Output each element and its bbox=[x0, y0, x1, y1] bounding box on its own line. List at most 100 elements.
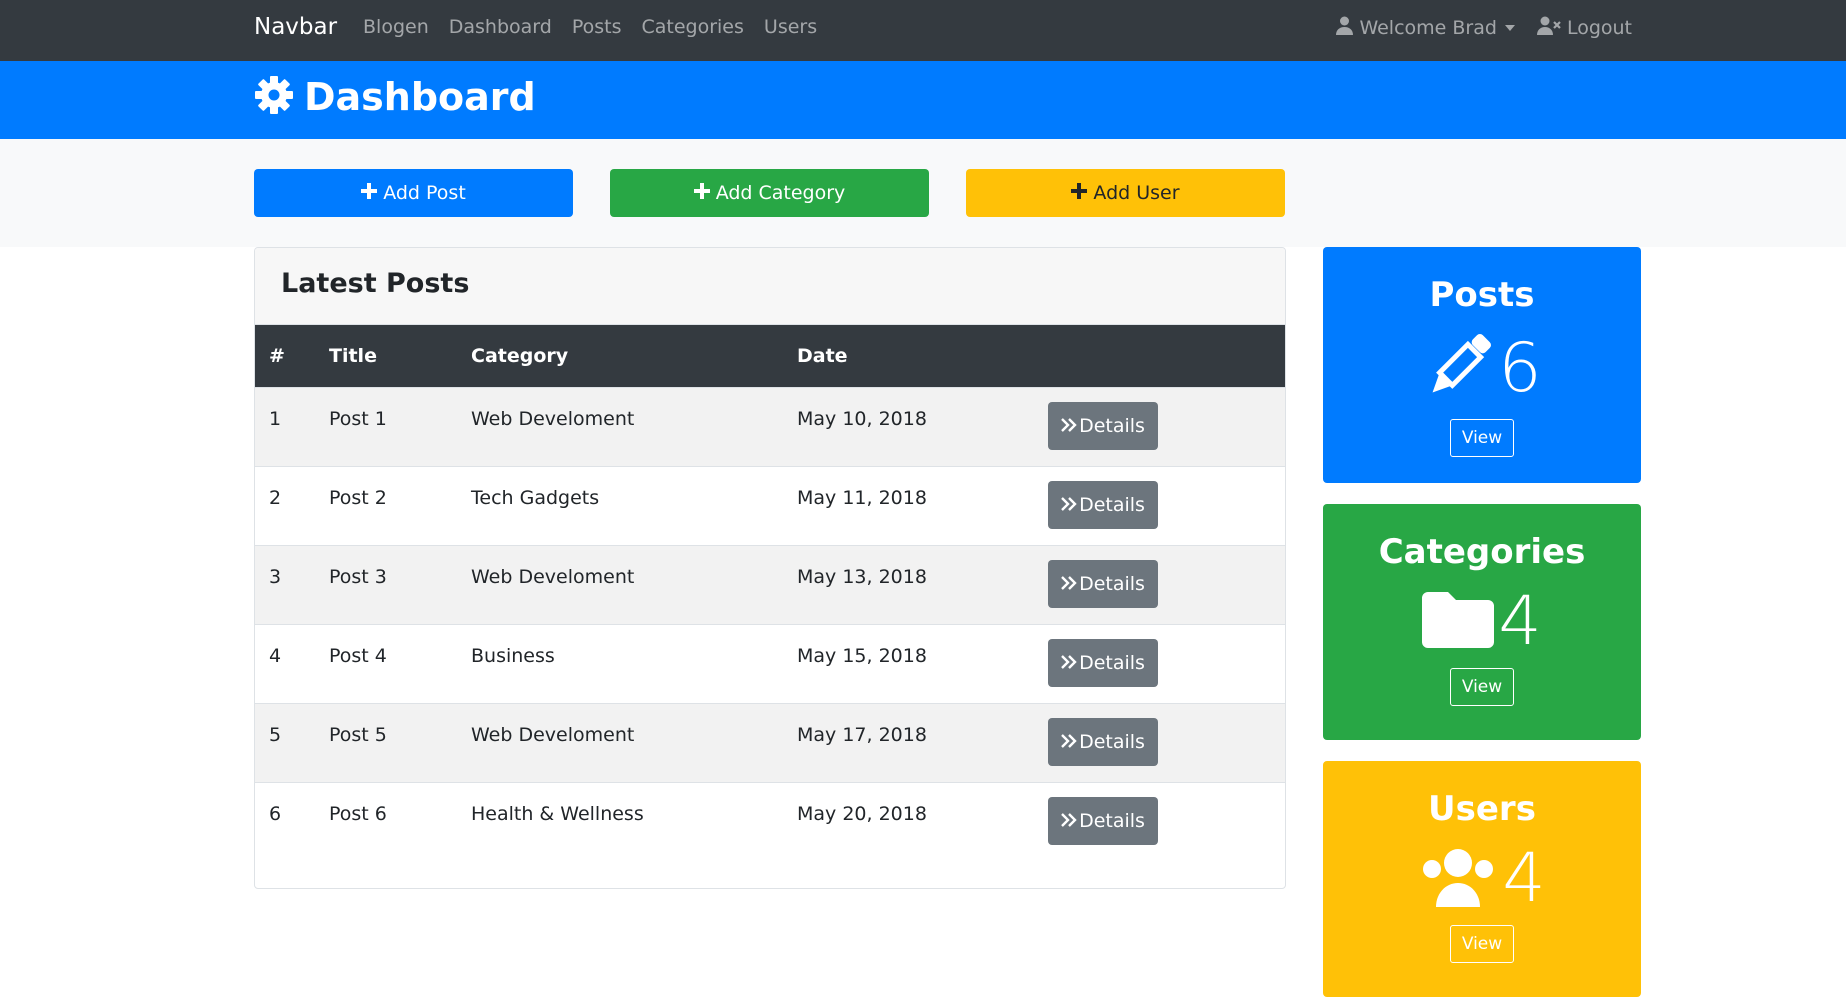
column-header-title: Title bbox=[315, 325, 457, 388]
nav-right: Welcome Brad Logout bbox=[1336, 16, 1632, 40]
angle-double-right-icon bbox=[1061, 652, 1077, 674]
details-button[interactable]: Details bbox=[1048, 718, 1158, 766]
nav-link-blogen[interactable]: Blogen bbox=[363, 16, 429, 38]
details-label: Details bbox=[1079, 652, 1145, 674]
posts-stat-title: Posts bbox=[1429, 275, 1535, 315]
plus-icon bbox=[361, 182, 378, 204]
post-title: Post 3 bbox=[315, 545, 457, 625]
details-button[interactable]: Details bbox=[1048, 797, 1158, 845]
details-label: Details bbox=[1079, 810, 1145, 832]
details-button[interactable]: Details bbox=[1048, 481, 1158, 529]
posts-stat-card: Posts 6 View bbox=[1323, 247, 1641, 483]
angle-double-right-icon bbox=[1061, 731, 1077, 753]
table-row: 4 Post 4 Business May 15, 2018 Details bbox=[255, 624, 1285, 704]
add-post-label: Add Post bbox=[383, 182, 466, 204]
angle-double-right-icon bbox=[1061, 810, 1077, 832]
users-stat-count: 4 bbox=[1502, 839, 1546, 918]
table-row: 3 Post 3 Web Develoment May 13, 2018 Details bbox=[255, 545, 1285, 625]
post-title: Post 2 bbox=[315, 466, 457, 546]
details-button[interactable]: Details bbox=[1048, 639, 1158, 687]
posts-stat-row: 6 bbox=[1323, 331, 1641, 407]
top-navbar: Navbar Blogen Dashboard Posts Categories… bbox=[0, 0, 1846, 61]
nav-link-dashboard[interactable]: Dashboard bbox=[449, 16, 552, 38]
post-category: Web Develoment bbox=[457, 703, 783, 783]
posts-table: # Title Category Date 1 Post 1 Web Develom… bbox=[255, 325, 1285, 862]
post-category: Business bbox=[457, 624, 783, 704]
folder-icon bbox=[1422, 592, 1495, 652]
post-title: Post 5 bbox=[315, 703, 457, 783]
actions-bar: Add Post Add Category Add User bbox=[0, 139, 1846, 247]
details-label: Details bbox=[1079, 494, 1145, 516]
post-date: May 10, 2018 bbox=[783, 387, 1034, 467]
post-number: 3 bbox=[255, 545, 315, 625]
post-actions: Details bbox=[1034, 703, 1285, 783]
post-actions: Details bbox=[1034, 466, 1285, 546]
details-button[interactable]: Details bbox=[1048, 560, 1158, 608]
categories-stat-card: Categories 4 View bbox=[1323, 504, 1641, 740]
posts-table-body: 1 Post 1 Web Develoment May 10, 2018 Details… bbox=[255, 387, 1285, 862]
latest-posts-card: Latest Posts # Title Category Date 1 Post… bbox=[254, 247, 1286, 889]
welcome-dropdown[interactable]: Welcome Brad bbox=[1336, 16, 1515, 40]
post-date: May 20, 2018 bbox=[783, 782, 1034, 862]
gear-icon bbox=[254, 75, 294, 119]
details-button[interactable]: Details bbox=[1048, 402, 1158, 450]
post-number: 4 bbox=[255, 624, 315, 704]
post-date: May 11, 2018 bbox=[783, 466, 1034, 546]
add-category-label: Add Category bbox=[715, 182, 846, 204]
pencil-icon bbox=[1422, 331, 1494, 407]
navbar-brand[interactable]: Navbar bbox=[254, 14, 337, 40]
user-icon bbox=[1336, 16, 1354, 40]
column-header-date: Date bbox=[783, 325, 1034, 388]
page-title: Dashboard bbox=[254, 75, 536, 119]
details-label: Details bbox=[1079, 731, 1145, 753]
post-actions: Details bbox=[1034, 545, 1285, 625]
post-category: Health & Wellness bbox=[457, 782, 783, 862]
post-category: Tech Gadgets bbox=[457, 466, 783, 546]
nav-link-categories[interactable]: Categories bbox=[641, 16, 743, 38]
post-title: Post 1 bbox=[315, 387, 457, 467]
latest-posts-title: Latest Posts bbox=[281, 268, 470, 299]
logout-link[interactable]: Logout bbox=[1536, 16, 1632, 40]
add-post-button[interactable]: Add Post bbox=[254, 169, 573, 217]
post-date: May 15, 2018 bbox=[783, 624, 1034, 704]
logout-label: Logout bbox=[1566, 17, 1632, 39]
angle-double-right-icon bbox=[1061, 415, 1077, 437]
posts-stat-count: 6 bbox=[1498, 329, 1542, 408]
post-number: 6 bbox=[255, 782, 315, 862]
categories-stat-count: 4 bbox=[1498, 582, 1542, 661]
details-label: Details bbox=[1079, 573, 1145, 595]
categories-view-button[interactable]: View bbox=[1449, 668, 1515, 706]
post-date: May 17, 2018 bbox=[783, 703, 1034, 783]
posts-view-button[interactable]: View bbox=[1449, 419, 1515, 457]
post-category: Web Develoment bbox=[457, 545, 783, 625]
table-row: 2 Post 2 Tech Gadgets May 11, 2018 Details bbox=[255, 466, 1285, 546]
post-category: Web Develoment bbox=[457, 387, 783, 467]
post-number: 1 bbox=[255, 387, 315, 467]
table-row: 6 Post 6 Health & Wellness May 20, 2018 Deta… bbox=[255, 782, 1285, 862]
post-title: Post 4 bbox=[315, 624, 457, 704]
table-row: 5 Post 5 Web Develoment May 17, 2018 Details bbox=[255, 703, 1285, 783]
categories-stat-title: Categories bbox=[1378, 532, 1586, 572]
post-title: Post 6 bbox=[315, 782, 457, 862]
nav-link-users[interactable]: Users bbox=[764, 16, 817, 38]
users-view-button[interactable]: View bbox=[1449, 925, 1515, 963]
details-label: Details bbox=[1079, 415, 1145, 437]
add-user-button[interactable]: Add User bbox=[966, 169, 1285, 217]
column-header-number: # bbox=[255, 325, 315, 388]
column-header-actions bbox=[1034, 325, 1285, 388]
latest-posts-header: Latest Posts bbox=[255, 248, 1285, 325]
add-category-button[interactable]: Add Category bbox=[610, 169, 929, 217]
post-number: 2 bbox=[255, 466, 315, 546]
table-row: 1 Post 1 Web Develoment May 10, 2018 Details bbox=[255, 387, 1285, 467]
plus-icon bbox=[693, 182, 710, 204]
column-header-category: Category bbox=[457, 325, 783, 388]
post-actions: Details bbox=[1034, 387, 1285, 467]
post-date: May 13, 2018 bbox=[783, 545, 1034, 625]
post-actions: Details bbox=[1034, 782, 1285, 862]
table-header-row: # Title Category Date bbox=[255, 325, 1285, 388]
page-header: Dashboard bbox=[0, 61, 1846, 139]
page-title-text: Dashboard bbox=[304, 75, 536, 119]
nav-link-posts[interactable]: Posts bbox=[572, 16, 622, 38]
users-stat-title: Users bbox=[1428, 789, 1536, 829]
angle-double-right-icon bbox=[1061, 573, 1077, 595]
